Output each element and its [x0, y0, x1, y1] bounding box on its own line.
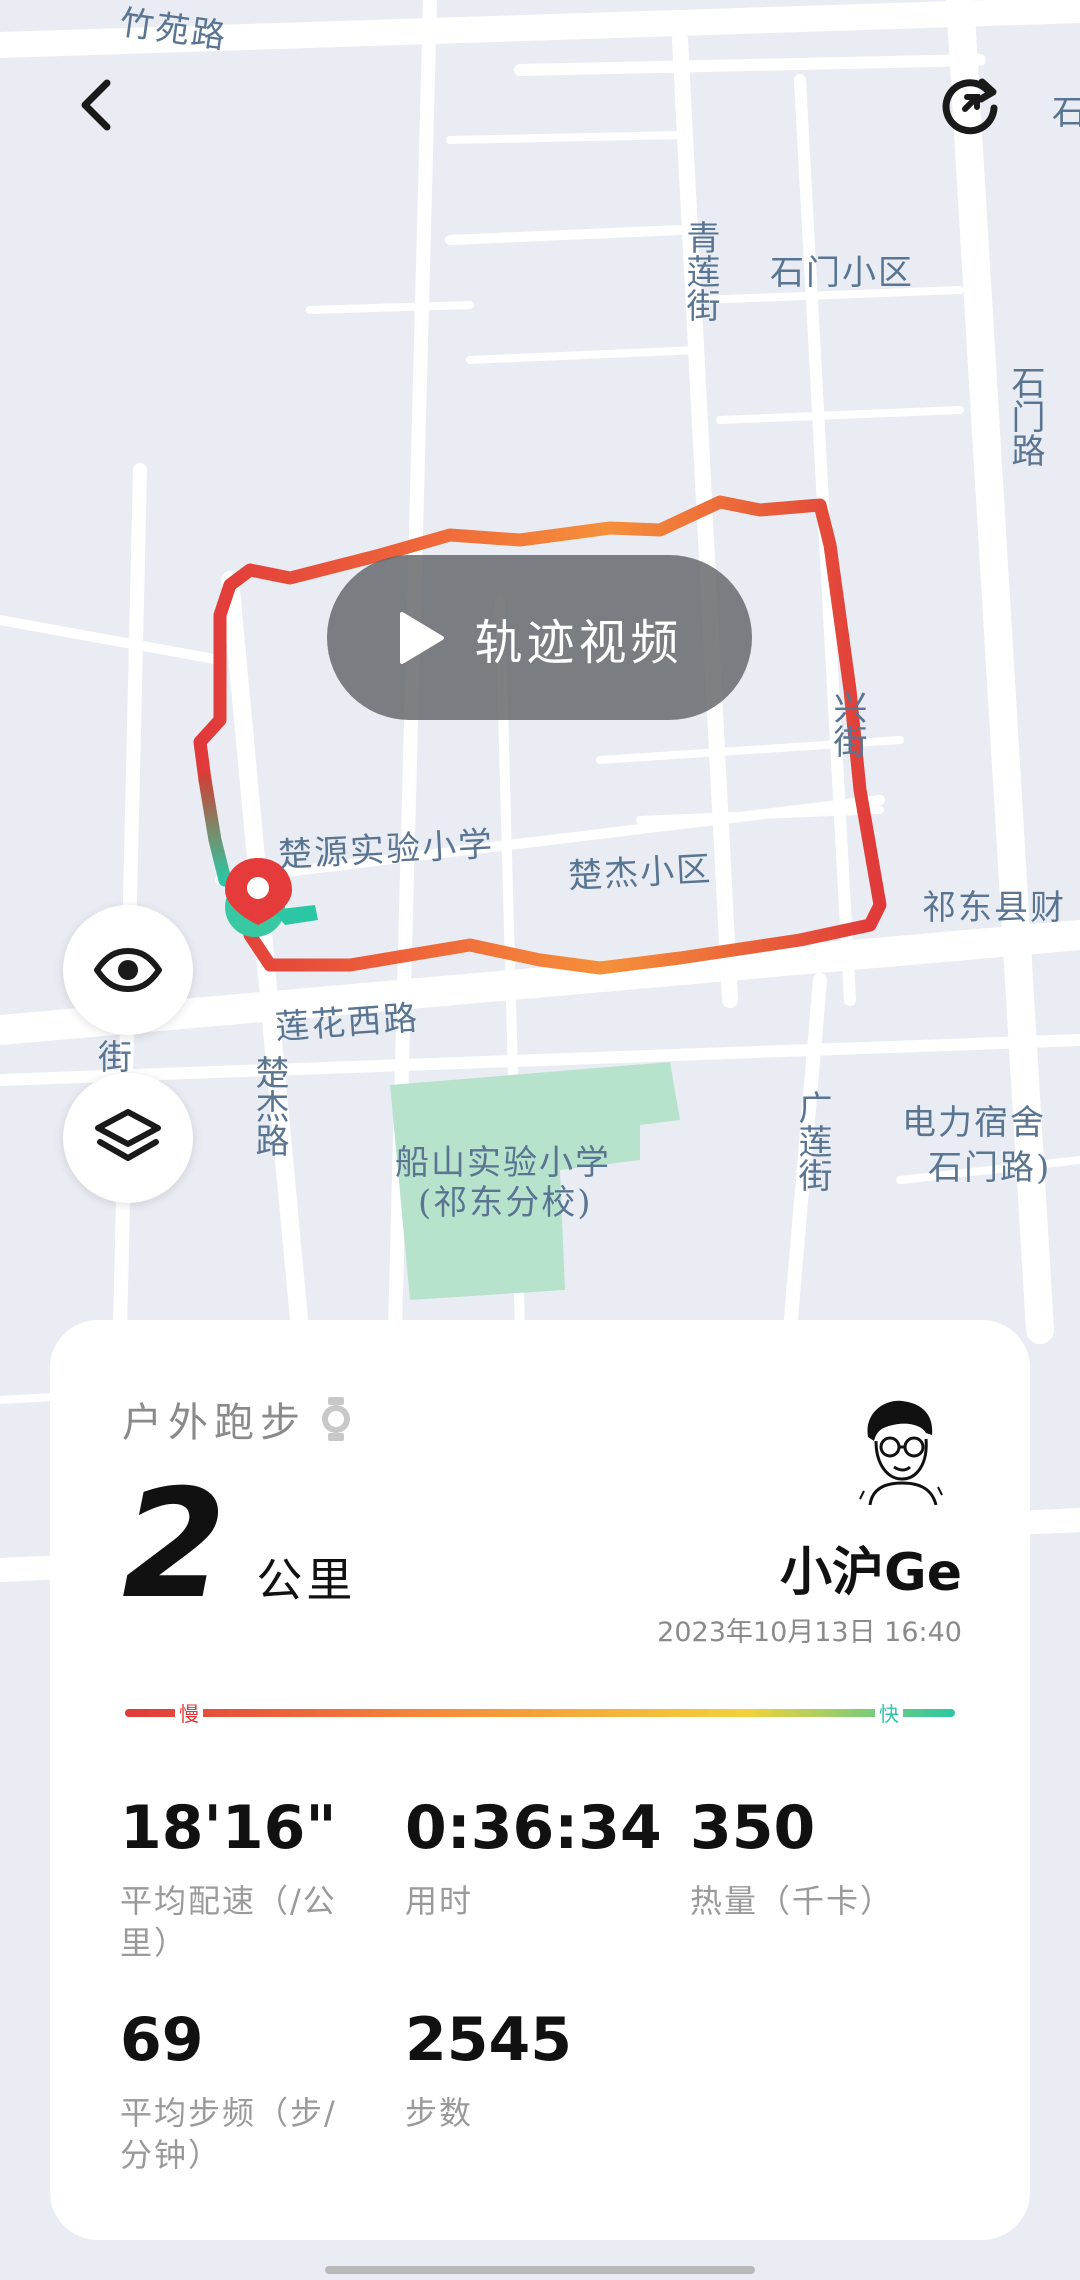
user-name: 小沪Ge: [780, 1543, 962, 1603]
stat-calories-value: 350: [690, 1793, 816, 1863]
stat-cadence: 69 平均步频（步/分钟）: [120, 2010, 365, 2176]
track-video-label: 轨迹视频: [474, 614, 683, 671]
map-label-dianli-dorm: 电力宿舍: [902, 1103, 1046, 1143]
workout-summary-card: 户外跑步 2 公里 小沪Ge 2023年10月13日 16:40 慢 快 18'…: [50, 1320, 1030, 2240]
stat-duration-value: 0:36:34: [405, 1793, 662, 1863]
pace-legend-bar: 慢 快: [125, 1700, 955, 1726]
map-label-dianli-dorm-2: 石门路): [928, 1148, 1052, 1188]
map-label-chujie-community: 楚杰小区: [567, 849, 714, 897]
track-video-button[interactable]: 轨迹视频: [327, 555, 752, 720]
stat-steps-label: 步数: [405, 2094, 474, 2132]
map-label-qidong-county: 祁东县财: [922, 888, 1066, 928]
stat-avg-pace-label: 平均配速（/公里）: [120, 1882, 337, 1962]
stat-cadence-value: 69: [120, 2005, 204, 2075]
pace-fast-label: 快: [879, 1702, 899, 1726]
home-indicator[interactable]: [325, 2266, 755, 2274]
activity-type: 户外跑步: [122, 1390, 352, 1448]
avatar[interactable]: [850, 1395, 950, 1505]
map-label-qinglian-street: 青莲街: [680, 220, 720, 322]
stat-calories: 350 热量（千卡）: [690, 1798, 935, 1922]
map-layers-button[interactable]: [63, 1073, 193, 1203]
stat-steps-value: 2545: [405, 2005, 572, 2075]
distance-unit: 公里: [256, 1553, 357, 1607]
stat-avg-pace: 18'16" 平均配速（/公里）: [120, 1798, 365, 1964]
refresh-icon: [942, 78, 998, 135]
distance-display: 2 公里: [122, 1470, 356, 1620]
pace-slow-label: 慢: [179, 1702, 199, 1726]
play-icon: [400, 611, 445, 664]
watch-icon: [322, 1397, 350, 1441]
stat-cadence-label: 平均步频（步/分钟）: [120, 2094, 337, 2174]
activity-datetime: 2023年10月13日 16:40: [657, 1617, 962, 1648]
map-label-shimen-community: 石门小区: [770, 253, 914, 293]
replay-button[interactable]: [930, 65, 1010, 145]
map-label-street-right: 兴街: [827, 690, 867, 758]
map-label-shimen-road-edge: 石: [1052, 93, 1080, 133]
map-label-shimen-road: 石门路: [1005, 365, 1045, 467]
map-label-street-left: 街: [98, 1038, 134, 1078]
back-button[interactable]: [60, 60, 130, 150]
chevron-left-icon: [81, 79, 111, 131]
stat-avg-pace-value: 18'16": [120, 1793, 337, 1863]
visibility-toggle-button[interactable]: [63, 905, 193, 1035]
stat-steps: 2545 步数: [405, 2010, 650, 2134]
eye-icon: [94, 948, 162, 992]
map-label-qidong-branch: (祁东分校): [418, 1183, 593, 1223]
map-label-chujie-road: 楚杰路: [249, 1055, 289, 1157]
distance-value: 2: [122, 1458, 227, 1632]
layers-icon: [95, 1109, 161, 1161]
activity-type-label: 户外跑步: [122, 1400, 306, 1446]
map-label-guanglian-street: 广莲街: [792, 1090, 832, 1192]
stat-duration: 0:36:34 用时: [405, 1798, 662, 1922]
stat-duration-label: 用时: [405, 1882, 474, 1920]
stat-calories-label: 热量（千卡）: [690, 1882, 895, 1920]
map-label-lianhua-west-road: 莲花西路: [274, 998, 421, 1048]
